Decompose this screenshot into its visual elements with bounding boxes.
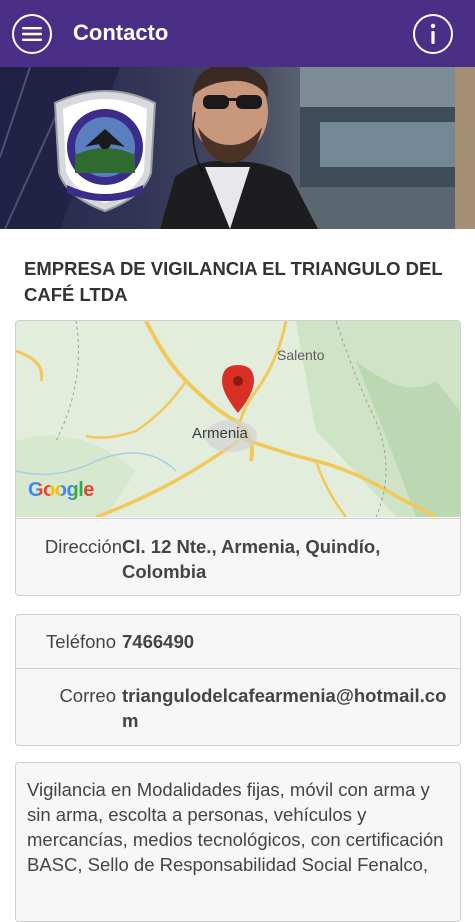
divider <box>16 668 460 669</box>
google-logo: Google <box>28 479 94 501</box>
address-row: Dirección Cl. 12 Nte., Armenia, Quindío,… <box>16 518 460 595</box>
info-button[interactable] <box>413 14 453 54</box>
phone-value[interactable]: 7466490 <box>122 629 422 654</box>
phone-label: Teléfono <box>46 631 116 652</box>
map-city-label: Armenia <box>192 425 248 442</box>
email-label: Correo <box>59 685 116 706</box>
menu-button[interactable] <box>12 14 52 54</box>
location-card: Armenia Salento Google Dirección Cl. 12 … <box>15 320 461 596</box>
email-value[interactable]: triangulodelcafearmenia@hotmail.com <box>122 683 447 733</box>
location-map[interactable]: Armenia Salento Google <box>16 321 460 519</box>
menu-icon <box>22 27 42 41</box>
page-title: Contacto <box>73 20 169 45</box>
app-bar: Contacto <box>0 0 475 67</box>
company-logo <box>47 85 163 213</box>
address-value[interactable]: Cl. 12 Nte., Armenia, Quindío, Colombia <box>122 534 422 584</box>
company-name: EMPRESA DE VIGILANCIA EL TRIANGULO DEL C… <box>24 258 443 305</box>
description-card: Vigilancia en Modalidades fijas, móvil c… <box>15 762 461 922</box>
contact-card: Teléfono 7466490 Correo triangulodelcafe… <box>15 614 461 746</box>
map-town-label: Salento <box>277 347 325 363</box>
address-label: Dirección <box>44 536 122 557</box>
info-icon <box>430 23 436 44</box>
description-text: Vigilancia en Modalidades fijas, móvil c… <box>27 779 444 875</box>
header-banner <box>0 67 475 229</box>
